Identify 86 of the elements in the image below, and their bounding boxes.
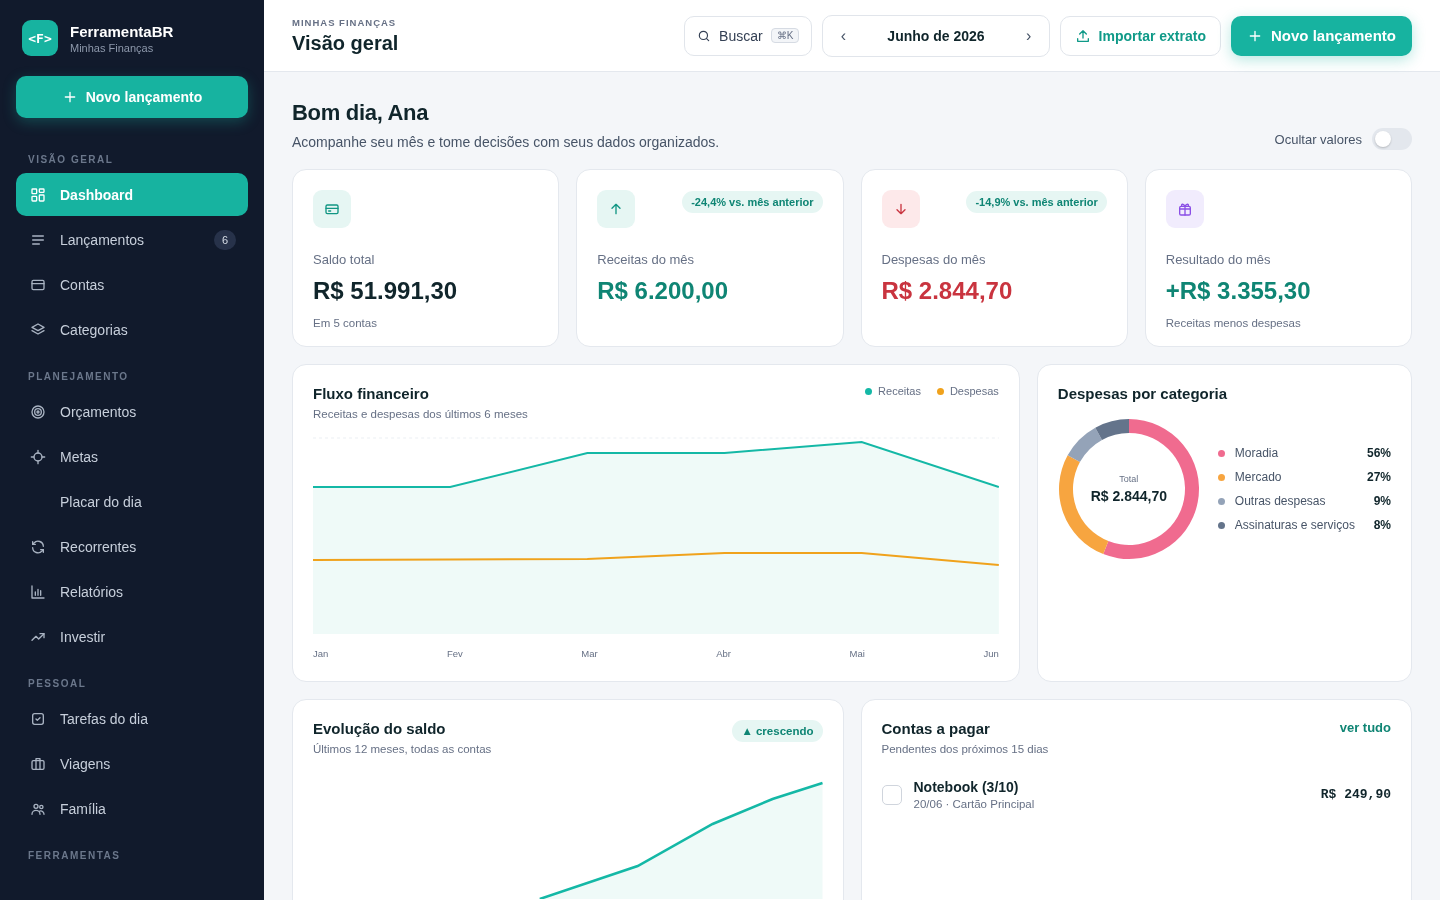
change-badge: -14,9% vs. mês anterior	[966, 191, 1107, 213]
previous-month-button[interactable]: ‹	[829, 21, 858, 50]
sidebar-item[interactable]: Categorias	[16, 308, 248, 351]
legend-label: Moradia	[1234, 446, 1280, 460]
card-title: Fluxo financeiro	[313, 385, 430, 402]
stat-note: Em 5 contas	[313, 317, 378, 329]
stat-value: R$ 2.844,70	[881, 277, 1014, 305]
see-all-link[interactable]: ver tudo	[1339, 720, 1391, 735]
sidebar-item[interactable]: Placar do dia	[16, 480, 248, 523]
app-logo: <F>	[22, 20, 58, 56]
sidebar-item[interactable]: Orçamentos	[16, 390, 248, 433]
stat-value: R$ 51.991,30	[313, 277, 459, 305]
shortcut-hint: ⌘K	[770, 28, 800, 43]
trend-badge: ▲ crescendo	[732, 720, 823, 742]
bill-meta: 20/06 · Cartão Principal	[913, 798, 1036, 810]
stat-label: Resultado do mês	[1165, 252, 1272, 267]
axis-label: Fev	[446, 648, 463, 659]
suitcase-icon	[30, 755, 46, 772]
axis-label: Jan	[313, 648, 329, 659]
card-title: Despesas por categoria	[1057, 385, 1229, 402]
crosshair-icon	[30, 448, 46, 465]
card-subtitle: Pendentes dos próximos 15 dias	[881, 743, 1049, 755]
legend-percent: 56%	[1366, 446, 1391, 460]
axis-label: Mai	[849, 648, 865, 659]
card-subtitle: Últimos 12 meses, todas as contas	[313, 743, 492, 755]
legend-label: Mercado	[1234, 470, 1283, 484]
month-label: Junho de 2026	[886, 27, 986, 44]
search-button[interactable]: Buscar ⌘K	[684, 15, 813, 56]
sidebar-item[interactable]: Investir	[16, 615, 248, 658]
gift-icon	[1176, 201, 1193, 217]
app-subtitle: Minhas Finanças	[70, 41, 155, 54]
stat-label: Despesas do mês	[881, 252, 987, 267]
legend-label: Receitas	[878, 385, 921, 397]
total-label: Total	[1119, 474, 1139, 484]
stat-label: Saldo total	[313, 252, 376, 267]
toggle-label: Ocultar valores	[1274, 131, 1362, 147]
change-badge: -24,4% vs. mês anterior	[682, 191, 823, 213]
stat-value: R$ 6.200,00	[597, 277, 730, 305]
app-name: FerramentaBR	[70, 22, 174, 40]
greeting-subtitle: Acompanhe seu mês e tome decisões com seus dados organizados.	[292, 134, 721, 150]
bar-chart-icon	[30, 583, 46, 600]
wallet-icon	[324, 201, 340, 217]
sidebar-item[interactable]: Lançamentos 6	[16, 218, 248, 261]
legend-label: Assinaturas e serviços	[1234, 518, 1356, 532]
section-heading: PLANEJAMENTO	[28, 371, 130, 382]
page-eyebrow: MINHAS FINANÇAS	[292, 16, 398, 28]
checkbox-icon	[30, 710, 46, 727]
grid-icon	[30, 186, 46, 203]
legend-percent: 9%	[1373, 494, 1391, 508]
legend-percent: 8%	[1373, 518, 1391, 532]
section-heading: FERRAMENTAS	[28, 850, 122, 861]
sidebar-item[interactable]: Recorrentes	[16, 525, 248, 568]
refresh-icon	[30, 538, 46, 555]
count-badge: 6	[214, 229, 236, 250]
greeting-title: Bom dia, Ana	[292, 100, 430, 126]
axis-label: Mar	[581, 648, 598, 659]
section-heading: PESSOAL	[28, 678, 88, 689]
sidebar-item[interactable]: Família	[16, 787, 248, 830]
hide-values-toggle[interactable]	[1372, 128, 1412, 150]
legend-percent: 27%	[1366, 470, 1391, 484]
axis-label: Jun	[983, 648, 999, 659]
stat-label: Receitas do mês	[597, 252, 696, 267]
upload-icon	[1074, 27, 1091, 44]
card-subtitle: Receitas e despesas dos últimos 6 meses	[313, 408, 528, 420]
legend-label: Outras despesas	[1234, 494, 1327, 508]
sidebar-item[interactable]: Metas	[16, 435, 248, 478]
section-heading: VISÃO GERAL	[28, 154, 115, 165]
bill-amount: R$ 249,90	[1320, 787, 1391, 802]
stat-value: +R$ 3.355,30	[1165, 277, 1312, 305]
import-button[interactable]: Importar extrato	[1059, 15, 1221, 56]
total-value: R$ 2.844,70	[1090, 488, 1167, 504]
sidebar-item[interactable]: Contas	[16, 263, 248, 306]
sidebar-item[interactable]: Relatórios	[16, 570, 248, 613]
legend-label: Despesas	[949, 385, 999, 397]
stat-note: Receitas menos despesas	[1165, 317, 1302, 329]
bill-name: Notebook (3/10)	[913, 779, 1020, 795]
target-icon	[30, 403, 46, 420]
bill-checkbox[interactable]	[881, 784, 902, 805]
next-month-button[interactable]: ›	[1014, 21, 1043, 50]
search-icon	[697, 28, 712, 43]
sidebar-item[interactable]: Tarefas do dia	[16, 697, 248, 740]
card-title: Contas a pagar	[881, 720, 991, 737]
card-title: Evolução do saldo	[313, 720, 447, 737]
axis-label: Abr	[716, 648, 732, 659]
page-title: Visão geral	[292, 31, 399, 55]
sidebar-item[interactable]: Viagens	[16, 742, 248, 785]
